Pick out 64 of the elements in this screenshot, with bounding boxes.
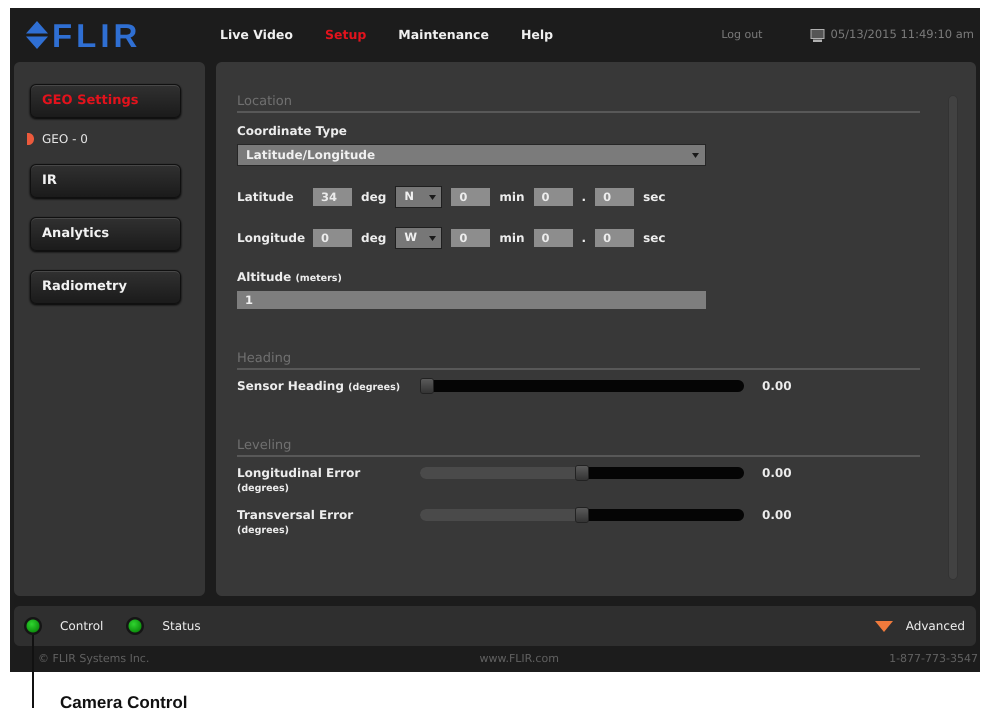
number-field[interactable]: 0 [313, 229, 352, 247]
slider-value: 0.00 [762, 378, 792, 394]
unit-label: . [582, 230, 586, 247]
unit-label: deg [361, 230, 386, 247]
phone-number-text: 1-877-773-3547 [889, 650, 978, 667]
status-label: Control [60, 618, 104, 635]
slider-value: 0.00 [762, 507, 792, 523]
unit-label: sec [643, 230, 666, 247]
field-label: Longitude [237, 230, 304, 246]
slider-track[interactable] [420, 380, 744, 392]
caret-icon [429, 194, 436, 200]
number-field[interactable]: 0 [534, 229, 572, 247]
number-field[interactable]: 0 [595, 229, 634, 247]
logo-text: FLIR [52, 18, 142, 52]
website-link[interactable]: www.FLIR.com [480, 650, 559, 668]
field-label: Latitude [237, 189, 295, 205]
slider-thumb[interactable] [420, 378, 434, 394]
slider-track[interactable] [420, 509, 744, 521]
advanced-button[interactable]: Advanced [874, 617, 965, 635]
number-field[interactable]: 0 [451, 229, 490, 247]
section-title: Location [237, 94, 920, 113]
sidebar-button[interactable]: Analytics [30, 217, 181, 251]
field-label: Transversal Error (degrees) [237, 507, 354, 538]
section-title: Leveling [237, 438, 920, 457]
nav-link[interactable]: Maintenance [398, 26, 489, 44]
slider-thumb[interactable] [575, 507, 589, 523]
field-label: Altitude (meters) [237, 269, 343, 286]
monitor-icon [810, 28, 824, 42]
slider-value: 0.00 [762, 465, 792, 481]
unit-label: min [499, 230, 524, 247]
sidebar-button[interactable]: IR [30, 164, 181, 198]
dropdown[interactable]: W [395, 227, 442, 249]
number-field[interactable]: 0 [595, 188, 634, 206]
caret-icon [429, 236, 436, 240]
caret-icon [874, 620, 893, 632]
slider-track[interactable] [420, 467, 744, 479]
field-label: Longitudinal Error (degrees) [237, 465, 362, 496]
date-time-text: 05/13/2015 11:49:10 am [830, 26, 974, 44]
number-field[interactable]: 0 [534, 188, 572, 206]
number-field[interactable]: 0 [451, 188, 490, 206]
dropdown[interactable]: Latitude/Longitude [237, 144, 706, 166]
callout-text: Camera Control [60, 693, 188, 712]
dropdown[interactable]: N [395, 186, 442, 208]
field-label: Sensor Heading (degrees) [237, 378, 402, 395]
nav-link[interactable]: Help [520, 26, 554, 44]
logout-link[interactable]: Log out [721, 26, 762, 44]
logo-icon [25, 21, 49, 49]
slider-thumb[interactable] [575, 465, 589, 481]
caret-icon [692, 152, 699, 158]
number-field[interactable]: 34 [313, 188, 352, 206]
unit-label: sec [643, 189, 666, 206]
nav-link[interactable]: Setup [324, 26, 366, 44]
field-label: Coordinate Type [237, 123, 348, 139]
text-field[interactable]: 1 [237, 291, 706, 309]
unit-label: . [582, 189, 586, 206]
status-label: Status [162, 618, 201, 635]
copyright-text: © FLIR Systems Inc. [38, 650, 150, 667]
sidebar-button[interactable]: Radiometry [30, 270, 181, 304]
sidebar-button[interactable]: GEO Settings [30, 84, 181, 118]
unit-label: min [499, 189, 524, 206]
unit-label: deg [361, 189, 386, 206]
sidebar-item[interactable]: GEO - 0 [27, 131, 88, 147]
nav-link[interactable]: Live Video [220, 26, 293, 44]
section-title: Heading [237, 351, 920, 370]
